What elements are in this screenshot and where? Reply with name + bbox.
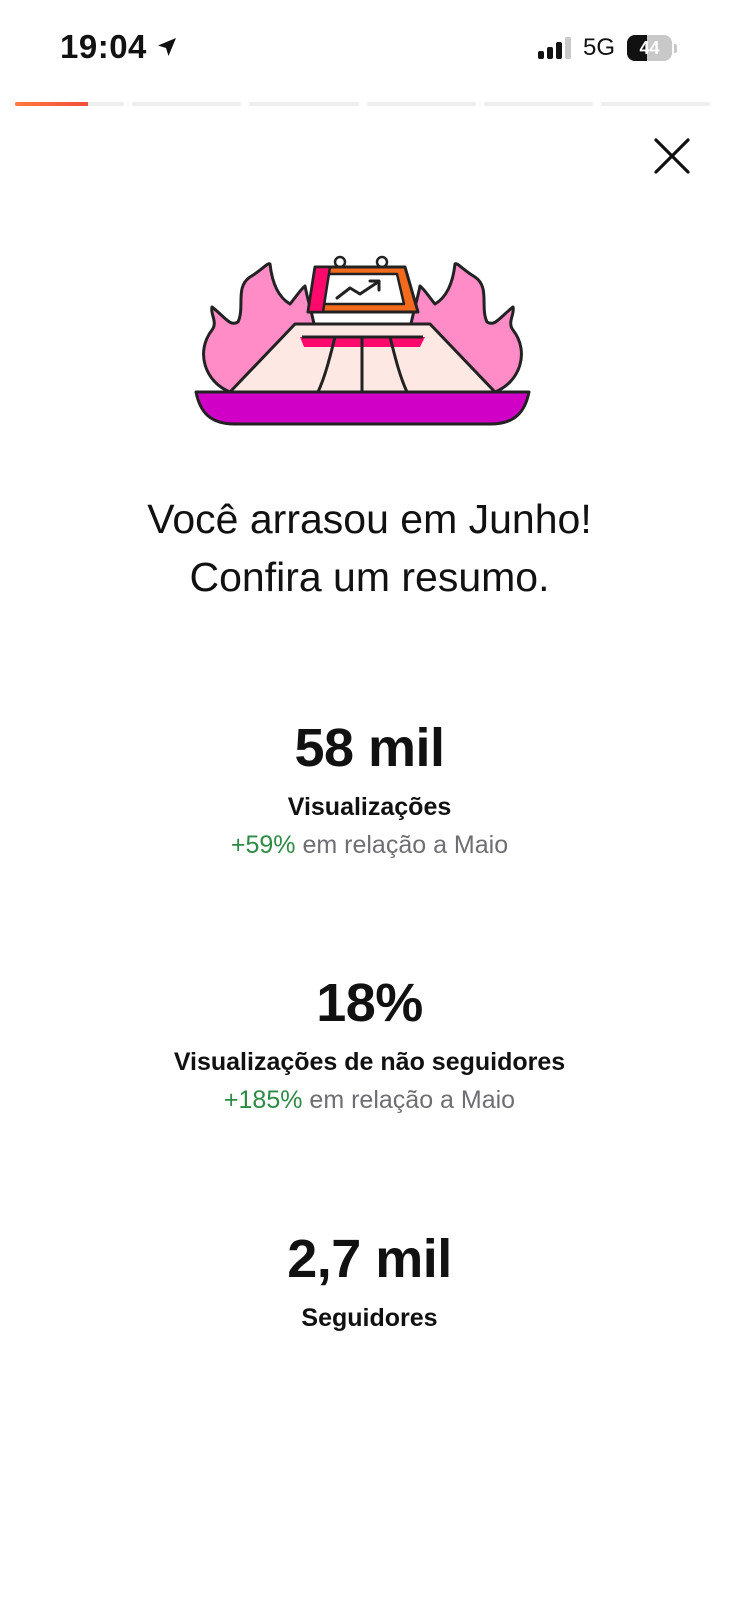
- stat-value: 18%: [316, 973, 423, 1033]
- headline-line-1: Você arrasou em Junho!: [147, 496, 592, 542]
- stat-change-text: em relação a Maio: [309, 1086, 516, 1114]
- close-button[interactable]: [650, 136, 694, 180]
- story-progress-segment: [600, 102, 711, 106]
- page-title: Você arrasou em Junho! Confira um resumo…: [0, 490, 739, 606]
- stat-value: 58 mil: [294, 718, 445, 778]
- story-progress-segment: [366, 102, 476, 106]
- story-progress-bar: [15, 102, 711, 106]
- stat-views: 58 mil Visualizações +59% em relação a M…: [0, 716, 739, 862]
- status-bar: 19:04 5G 44: [0, 0, 739, 100]
- flaming-stadium-trend-icon: [190, 252, 535, 432]
- stat-label: Seguidores: [301, 1304, 438, 1332]
- story-progress-segment: [483, 102, 593, 106]
- stat-label: Visualizações de não seguidores: [173, 1048, 566, 1076]
- story-progress-segment: [15, 102, 125, 106]
- stat-change: +59% em relação a Maio: [0, 828, 739, 862]
- headline-line-2: Confira um resumo.: [189, 554, 550, 600]
- close-icon: [652, 136, 692, 181]
- status-time: 19:04: [60, 28, 147, 65]
- status-time-group: 19:04: [60, 28, 179, 66]
- stat-label: Visualizações: [287, 793, 452, 821]
- status-indicators: 5G 44: [537, 34, 677, 62]
- location-arrow-icon: [155, 35, 179, 59]
- stat-non-followers: 18% Visualizações de não seguidores +185…: [0, 971, 739, 1117]
- story-progress-segment: [132, 102, 242, 106]
- stat-change: +185% em relação a Maio: [0, 1083, 739, 1117]
- signal-strength-icon: [537, 37, 571, 59]
- story-progress-segment: [249, 102, 359, 106]
- stat-change-percent: +59%: [230, 831, 296, 859]
- stat-change-percent: +185%: [223, 1086, 303, 1114]
- network-type: 5G: [582, 34, 615, 61]
- battery-level: 44: [639, 37, 660, 58]
- battery-icon: 44: [627, 35, 677, 61]
- stat-change-text: em relação a Maio: [302, 831, 509, 859]
- stat-followers: 2,7 mil Seguidores: [0, 1227, 739, 1335]
- stat-value: 2,7 mil: [287, 1229, 452, 1289]
